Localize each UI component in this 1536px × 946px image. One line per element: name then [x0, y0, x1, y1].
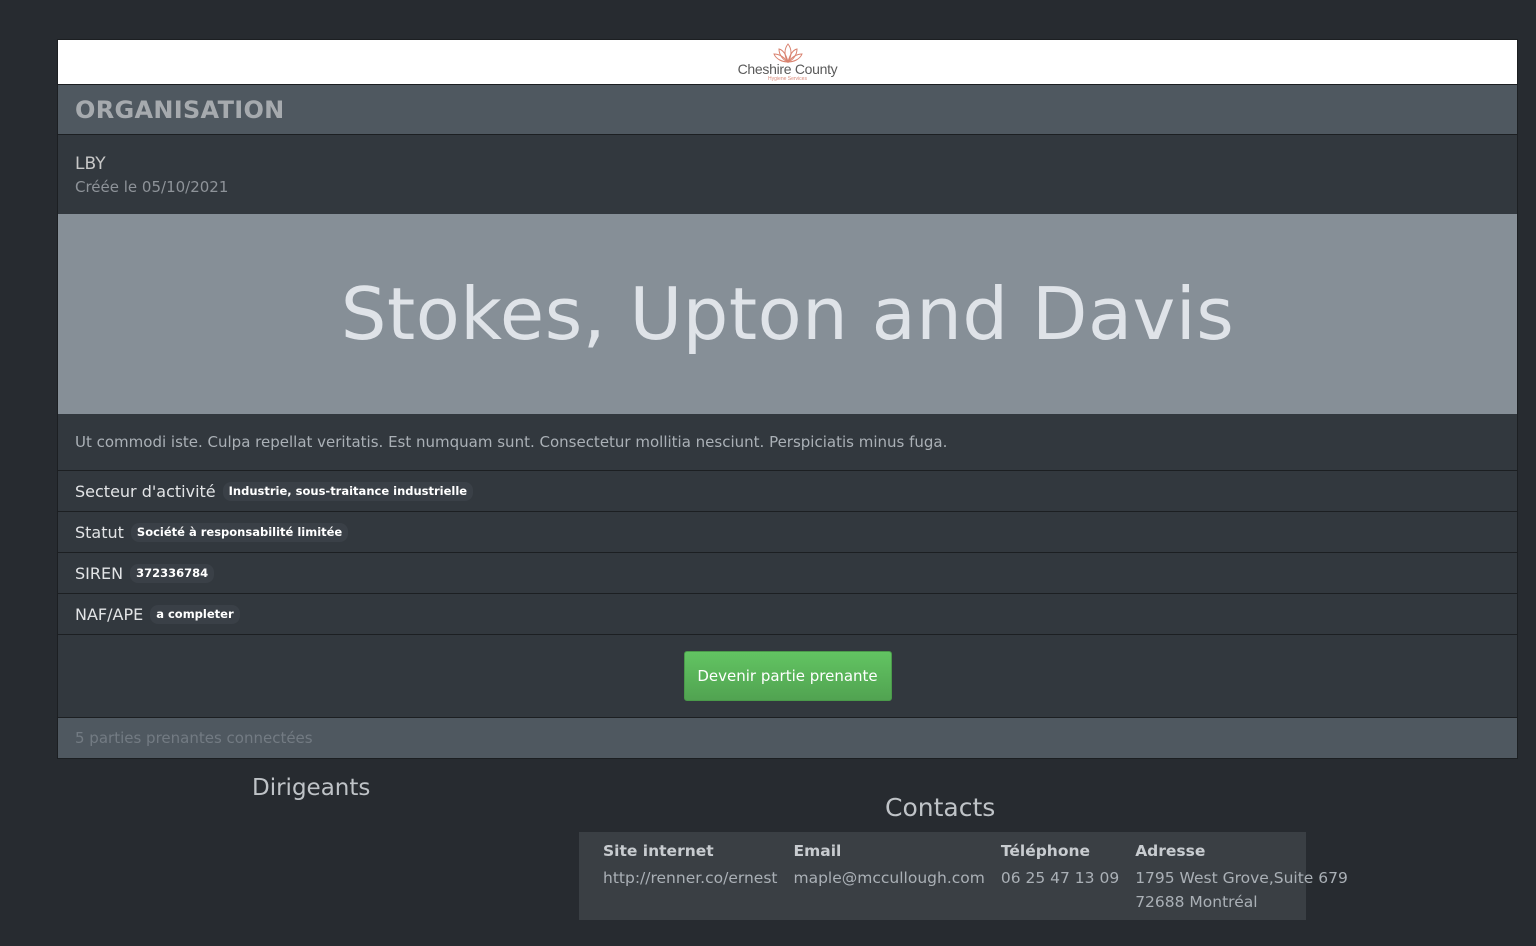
- info-label: Statut: [75, 522, 124, 542]
- organisation-description: Ut commodi iste. Culpa repellat veritati…: [58, 414, 1517, 471]
- contact-website[interactable]: http://renner.co/ernest: [595, 864, 786, 914]
- page: Cheshire County Hygiene Services ORGANIS…: [0, 0, 1536, 946]
- dirigeants-title: Dirigeants: [252, 775, 371, 801]
- column-header-phone: Téléphone: [1000, 842, 1091, 860]
- contact-email[interactable]: maple@mccullough.com: [786, 864, 993, 914]
- organisation-name: Stokes, Upton and Davis: [340, 272, 1235, 356]
- info-label: Secteur d'activité: [75, 481, 216, 501]
- contact-phone: 06 25 47 13 09: [1000, 869, 1120, 887]
- logo-tagline: Hygiene Services: [768, 76, 807, 82]
- column-header-email: Email: [793, 842, 842, 860]
- column-header-website: Site internet: [603, 842, 714, 860]
- contacts-title: Contacts: [885, 793, 996, 822]
- contacts-panel: Site internet Email Téléphone Adresse ht…: [579, 832, 1348, 920]
- info-label: NAF/APE: [75, 604, 144, 624]
- stakeholders-count: 5 parties prenantes connectées: [58, 718, 1517, 758]
- info-row-naf-ape: NAF/APE a completer: [58, 594, 1517, 635]
- table-header-row: Site internet Email Téléphone Adresse: [595, 842, 1356, 864]
- logo-name: Cheshire County: [737, 61, 838, 77]
- card-header-title: ORGANISATION: [75, 95, 285, 124]
- organisation-acronym: LBY: [75, 154, 106, 174]
- address-line-2: 72688 Montréal: [1135, 893, 1258, 911]
- info-badge: Industrie, sous-traitance industrielle: [222, 481, 474, 501]
- contacts-table: Site internet Email Téléphone Adresse ht…: [595, 842, 1356, 914]
- column-header-address: Adresse: [1135, 842, 1206, 860]
- info-badge: 372336784: [130, 563, 215, 583]
- organisation-created-date: Créée le 05/10/2021: [75, 178, 229, 196]
- info-row-secteur: Secteur d'activité Industrie, sous-trait…: [58, 471, 1517, 512]
- organisation-banner: Stokes, Upton and Davis: [58, 214, 1517, 414]
- become-stakeholder-button[interactable]: Devenir partie prenante: [683, 651, 892, 701]
- organisation-card: Cheshire County Hygiene Services ORGANIS…: [57, 39, 1518, 759]
- company-logo[interactable]: Cheshire County Hygiene Services: [738, 42, 838, 82]
- info-badge: Société à responsabilité limitée: [130, 522, 349, 542]
- card-header: ORGANISATION: [58, 85, 1517, 135]
- info-row-siren: SIREN 372336784: [58, 553, 1517, 594]
- table-row: http://renner.co/ernest maple@mccullough…: [595, 864, 1356, 914]
- info-badge: a completer: [150, 604, 240, 624]
- info-row-statut: Statut Société à responsabilité limitée: [58, 512, 1517, 553]
- address-line-1: 1795 West Grove,Suite 679: [1135, 869, 1348, 887]
- info-label: SIREN: [75, 563, 124, 583]
- contact-address: 1795 West Grove,Suite 679 72688 Montréal: [1127, 864, 1356, 914]
- logo-bar: Cheshire County Hygiene Services: [58, 40, 1517, 85]
- organisation-meta: LBY Créée le 05/10/2021: [58, 135, 1517, 214]
- action-row: Devenir partie prenante: [58, 635, 1517, 718]
